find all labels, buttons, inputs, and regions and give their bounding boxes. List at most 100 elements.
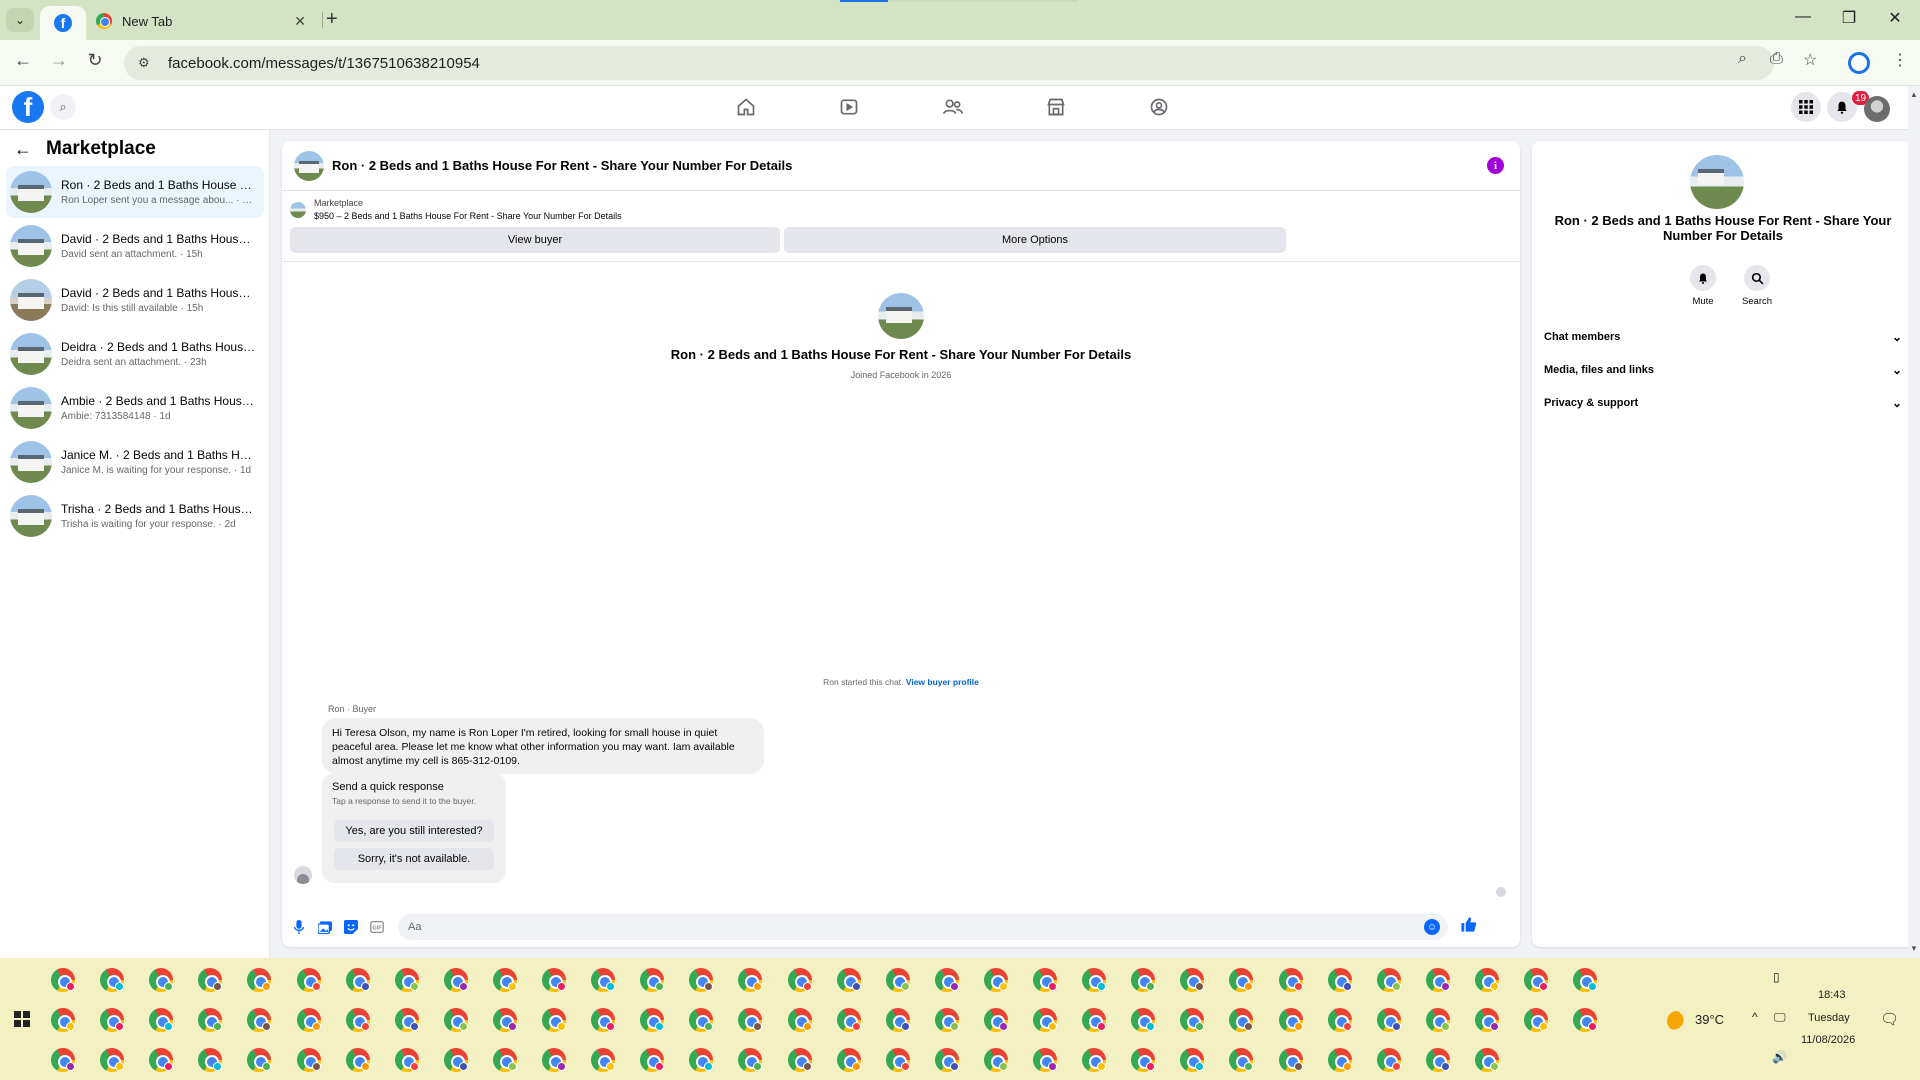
microphone-icon[interactable] xyxy=(290,918,308,936)
photo-icon[interactable] xyxy=(316,918,334,936)
profile-thumbnail[interactable] xyxy=(878,293,924,339)
view-buyer-button[interactable]: View buyer xyxy=(290,227,780,253)
account-avatar[interactable] xyxy=(1864,96,1890,122)
conversation-item[interactable]: Trisha · 2 Beds and 1 Baths House ... Tr… xyxy=(6,490,264,542)
more-options-button[interactable]: More Options xyxy=(784,227,1286,253)
gif-icon[interactable]: GIF xyxy=(368,918,386,936)
network-icon[interactable]: 🖵 xyxy=(1774,1010,1786,1025)
profile-badge-icon xyxy=(852,982,861,991)
search-action[interactable]: Search xyxy=(1737,265,1777,307)
profile-badge-icon xyxy=(1146,982,1155,991)
profile-badge-icon xyxy=(704,1022,713,1031)
profile-badge-icon xyxy=(459,1062,468,1071)
message-input[interactable]: Aa ☺ xyxy=(398,914,1448,940)
new-tab-button[interactable]: + xyxy=(326,8,338,31)
profile-badge-icon xyxy=(901,1062,910,1071)
marketplace-label: Marketplace xyxy=(314,198,364,208)
search-icon[interactable]: ⌕ xyxy=(50,94,76,120)
sticker-icon[interactable] xyxy=(342,918,360,936)
volume-icon[interactable]: 🔊 xyxy=(1772,1050,1787,1064)
browser-menu-icon[interactable]: ⋮ xyxy=(1892,50,1908,70)
scroll-down-arrow-icon[interactable]: ▼ xyxy=(1910,944,1918,953)
chat-started-notice: Ron started this chat. View buyer profil… xyxy=(282,677,1520,687)
address-bar[interactable]: ⚙ facebook.com/messages/t/13675106382109… xyxy=(124,46,1774,80)
listing-row[interactable]: Marketplace $950 – 2 Beds and 1 Baths Ho… xyxy=(290,197,622,223)
groups-icon[interactable] xyxy=(1147,96,1171,118)
tab-facebook[interactable]: f xyxy=(40,6,86,40)
minimize-button[interactable]: — xyxy=(1793,8,1813,26)
show-hidden-icons-chevron-icon[interactable]: ^ xyxy=(1752,1010,1758,1024)
weather-icon[interactable] xyxy=(1667,1011,1687,1031)
install-app-icon[interactable]: ⎙ xyxy=(1770,50,1783,68)
tablet-mode-icon[interactable]: ▯ xyxy=(1773,970,1780,984)
profile-badge-icon xyxy=(1441,1062,1450,1071)
forward-button[interactable]: → xyxy=(46,50,72,71)
conversation-thumbnail xyxy=(10,171,52,213)
profile-badge-icon xyxy=(1343,1062,1352,1071)
profile-badge-icon xyxy=(1048,982,1057,991)
profile-badge-icon xyxy=(1195,1062,1204,1071)
page-scrollbar[interactable] xyxy=(1908,86,1920,958)
conversation-item[interactable]: Janice M. · 2 Beds and 1 Baths Hou... Ja… xyxy=(6,436,264,488)
chat-members-section[interactable]: Chat members ⌄ xyxy=(1542,325,1904,349)
marketplace-icon[interactable] xyxy=(1044,96,1068,118)
close-tab-icon[interactable]: ✕ xyxy=(294,13,306,30)
profile-badge-icon xyxy=(1588,982,1597,991)
windows-start-icon[interactable] xyxy=(14,1011,30,1027)
profile-badge-icon xyxy=(1146,1022,1155,1031)
conversation-item[interactable]: Ambie · 2 Beds and 1 Baths House ... Amb… xyxy=(6,382,264,434)
clock-day[interactable]: Tuesday xyxy=(1808,1012,1850,1024)
friends-icon[interactable] xyxy=(941,96,965,118)
emoji-icon[interactable]: ☺ xyxy=(1424,919,1440,935)
clock-time[interactable]: 18:43 xyxy=(1818,989,1846,1001)
conversation-item[interactable]: David · 2 Beds and 1 Baths House ... Dav… xyxy=(6,220,264,272)
message-input-placeholder: Aa xyxy=(408,921,422,933)
mute-action[interactable]: Mute xyxy=(1683,265,1723,307)
profile-badge-icon xyxy=(606,982,615,991)
chat-title[interactable]: Ron · 2 Beds and 1 Baths House For Rent … xyxy=(332,158,792,173)
restore-button[interactable]: ❐ xyxy=(1839,8,1859,28)
facebook-logo-icon[interactable]: f xyxy=(12,91,44,123)
thumbs-up-icon[interactable] xyxy=(1460,916,1477,938)
bookmark-star-icon[interactable]: ☆ xyxy=(1803,50,1817,70)
video-icon[interactable] xyxy=(837,96,861,118)
menu-grid-icon[interactable] xyxy=(1791,92,1821,122)
profile-badge-icon xyxy=(1490,982,1499,991)
back-button[interactable]: ← xyxy=(10,50,36,71)
profile-badge-icon xyxy=(606,1022,615,1031)
conversation-item[interactable]: Ron · 2 Beds and 1 Baths House Fo... Ron… xyxy=(6,166,264,218)
profile-badge-icon xyxy=(1097,982,1106,991)
quick-response-option[interactable]: Sorry, it's not available. xyxy=(334,848,494,870)
search-icon[interactable] xyxy=(1744,265,1770,291)
joined-date: Joined Facebook in 2026 xyxy=(850,370,952,380)
tab-new-tab[interactable]: New Tab ✕ xyxy=(92,6,314,36)
conversation-item[interactable]: Deidra · 2 Beds and 1 Baths House ... De… xyxy=(6,328,264,380)
scroll-up-arrow-icon[interactable]: ▲ xyxy=(1910,90,1918,99)
facebook-header: f ⌕ xyxy=(0,86,1920,130)
view-buyer-profile-link[interactable]: View buyer profile xyxy=(906,677,979,687)
back-arrow-icon[interactable]: ← xyxy=(14,139,32,160)
info-thumbnail[interactable] xyxy=(1690,155,1744,209)
privacy-support-section[interactable]: Privacy & support ⌄ xyxy=(1542,391,1904,415)
profile-badge-icon xyxy=(999,1022,1008,1031)
info-name: Ron · 2 Beds and 1 Baths House For Rent … xyxy=(1554,213,1892,243)
chat-header-thumbnail[interactable] xyxy=(294,150,324,181)
profile-badge-icon xyxy=(1294,982,1303,991)
reload-button[interactable]: ↻ xyxy=(82,50,108,71)
tab-search-dropdown[interactable]: ⌄ xyxy=(6,8,34,32)
notification-center-icon[interactable]: 🗨 xyxy=(1880,1010,1899,1028)
temperature[interactable]: 39°C xyxy=(1695,1012,1724,1027)
conversation-info-icon[interactable]: i xyxy=(1487,157,1504,174)
sender-avatar xyxy=(294,866,312,884)
media-files-section[interactable]: Media, files and links ⌄ xyxy=(1542,358,1904,382)
browser-profile-icon[interactable] xyxy=(1848,52,1870,74)
close-window-button[interactable]: ✕ xyxy=(1885,8,1905,28)
chat-profile-intro: Ron · 2 Beds and 1 Baths House For Rent … xyxy=(282,293,1520,380)
site-settings-icon[interactable]: ⚙ xyxy=(138,55,154,71)
bell-icon[interactable] xyxy=(1690,265,1716,291)
conversation-item[interactable]: David · 2 Beds and 1 Baths House ... Dav… xyxy=(6,274,264,326)
quick-response-option[interactable]: Yes, are you still interested? xyxy=(334,820,494,842)
clock-date[interactable]: 11/08/2026 xyxy=(1801,1034,1855,1046)
zoom-icon[interactable]: ⌕ xyxy=(1738,50,1747,68)
home-icon[interactable] xyxy=(734,96,758,118)
